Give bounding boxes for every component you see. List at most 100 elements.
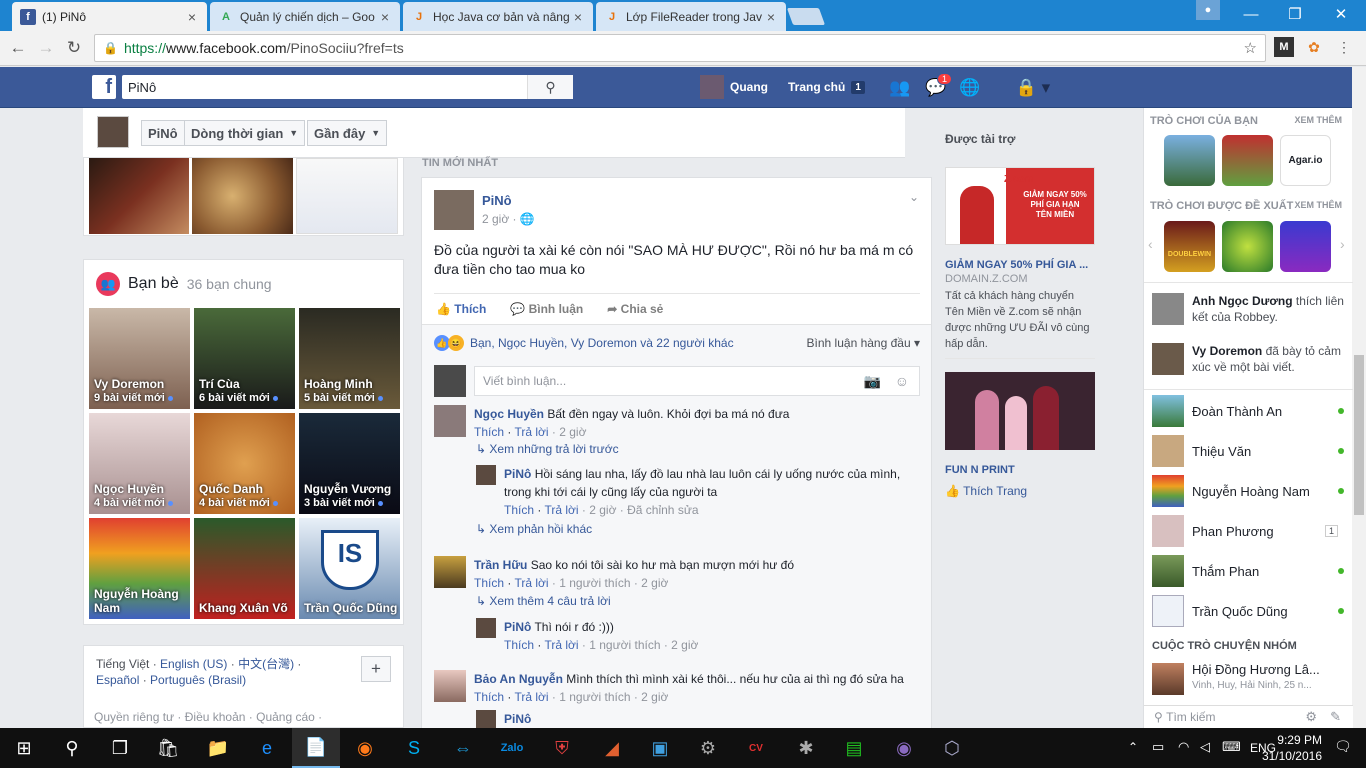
game-moto-icon[interactable] [1164,135,1215,186]
group-chat-item[interactable]: Hội Đồng Hương Lâ... Vinh, Huy, Hải Ninh,… [1152,663,1344,695]
friend-requests-icon[interactable]: 👥 [888,77,912,99]
game-racing-icon[interactable] [1222,135,1273,186]
steam-icon[interactable]: ⚙ [684,728,732,768]
friend-tile[interactable]: Nguyễn Hoàng Nam [89,518,190,619]
comment-author[interactable]: PiNô [504,620,531,634]
chat-search-input[interactable]: ⚲ Tìm kiếm ⚙ ✎ [1144,705,1353,728]
friend-tile[interactable]: Quốc Danh 4 bài viết mới [194,413,295,514]
minimize-icon[interactable]: — [1228,0,1274,28]
search-icon[interactable]: ⚲ [48,728,96,768]
tools-icon[interactable]: ✱ [782,728,830,768]
contact-item[interactable]: Thiệu Văn [1152,433,1344,469]
like-page-button[interactable]: 👍 Thích Trang [945,484,1027,498]
compose-icon[interactable]: ✎ [1330,709,1341,725]
file-explorer-icon[interactable]: 📁 [194,728,242,768]
store-icon[interactable]: 🛍 [144,728,192,768]
restore-icon[interactable]: ❐ [1272,0,1318,28]
ad-image[interactable]: Z.com GIẢM NGAY 50% PHÍ GIA HẠN TÊN MIỀN [945,167,1095,245]
gmail-extension-icon[interactable]: M [1274,37,1294,57]
see-more-link[interactable]: XEM THÊM [1294,200,1342,212]
shield-icon[interactable]: ⛨ [538,728,586,768]
language-link[interactable]: 中文(台灣) [238,657,294,671]
address-bar[interactable]: 🔒 https://www.facebook.com/PinoSociiu?fr… [94,34,1266,62]
language-link[interactable]: Português (Brasil) [150,673,246,687]
firefox-icon[interactable]: ◉ [341,728,389,768]
post-time[interactable]: 2 giờ · 🌐 [482,212,535,226]
search-icon[interactable]: ⚲ [527,75,573,99]
timeline-dropdown[interactable]: Dòng thời gian ▼ [184,120,306,146]
language-link[interactable]: English (US) [160,657,227,671]
codevision-avr-icon[interactable]: CV [732,728,780,768]
friend-tile[interactable]: Ngọc Huyền 4 bài viết mới [89,413,190,514]
comment-like-link[interactable]: Thích [504,638,534,652]
extension-icon[interactable]: ✿ [1304,37,1324,57]
contact-item[interactable]: Thắm Phan [1152,553,1344,589]
close-tab-icon[interactable]: × [378,9,392,25]
language-link[interactable]: Español [96,673,139,687]
bookmark-star-icon[interactable]: ☆ [1244,39,1257,57]
settings-menu-icon[interactable]: 🔒 ▾ [1010,77,1056,99]
search-input[interactable]: PiNô ⚲ [122,75,573,99]
view-more-replies[interactable]: ↳ Xem thêm 4 câu trả lời [476,594,611,608]
profile-link[interactable]: Quang [700,74,768,100]
keyboard-icon[interactable]: ⌨ [1222,739,1241,755]
comment-input[interactable]: Viết bình luận... 📷 ☺ [474,366,920,396]
footer-links[interactable]: Quyền riêng tư · Điều khoản · Quảng cáo … [94,710,322,724]
photo-thumbnail[interactable] [192,158,293,234]
comment-like-link[interactable]: Thích [474,425,504,439]
friend-tile[interactable]: Nguyễn Vương 3 bài viết mới [299,413,400,514]
friends-header[interactable]: 👥 Bạn bè 36 bạn chung [96,272,272,296]
home-link[interactable]: Trang chủ 1 [788,74,865,100]
post-options-chevron-icon[interactable]: ⌄ [909,190,919,204]
comment-author[interactable]: PiNô [504,712,531,726]
wifi-icon[interactable]: ◠ [1178,739,1189,755]
contact-item[interactable]: Phan Phương 1 [1152,513,1344,549]
app-cube-icon[interactable]: ⬡ [928,728,976,768]
tab-filereader[interactable]: J Lớp FileReader trong Jav × [596,2,786,31]
recent-dropdown[interactable]: Gần đây ▼ [307,120,388,146]
comment-reply-link[interactable]: Trả lời [514,425,548,439]
windows-start-icon[interactable]: ⊞ [0,728,48,768]
ad-page-name[interactable]: FUN N PRINT [945,464,1015,476]
comment-reply-link[interactable]: Trả lời [514,576,548,590]
comment-like-link[interactable]: Thích [474,576,504,590]
avatar[interactable] [476,465,496,485]
camera-icon[interactable]: 📷 [864,373,881,390]
view-more-replies[interactable]: ↳ Xem phản hồi khác [476,522,592,536]
avatar[interactable] [434,405,466,437]
comment-like-link[interactable]: Thích [504,503,534,517]
ccleaner-icon[interactable]: ◢ [588,728,636,768]
emoji-icon[interactable]: ☺ [895,373,909,389]
photo-thumbnail[interactable] [295,158,398,234]
zalo-icon[interactable]: Zalo [488,728,536,768]
profile-icon[interactable]: ● [1196,0,1220,20]
photo-thumbnail[interactable] [89,158,190,234]
comment-author[interactable]: Trần Hữu [474,558,527,572]
eclipse-icon[interactable]: ◉ [880,728,928,768]
comment-author[interactable]: Ngọc Huyền [474,407,544,421]
facebook-logo-icon[interactable]: f [92,75,116,99]
friend-tile[interactable]: Vy Doremon 9 bài viết mới [89,308,190,409]
tab-adwords[interactable]: A Quản lý chiến dịch – Goo × [210,2,400,31]
battery-icon[interactable]: ▭ [1152,739,1164,755]
ad-title[interactable]: GIẢM NGAY 50% PHÍ GIA ... [945,259,1095,272]
chevron-left-icon[interactable]: ‹ [1148,236,1153,252]
activity-item[interactable]: Vy Doremon đã bày tỏ cảm xúc về một bài … [1152,343,1344,375]
document-icon[interactable]: 📄 [292,728,340,768]
avatar[interactable] [476,618,496,638]
close-tab-icon[interactable]: × [185,9,199,25]
friend-tile[interactable]: Hoàng Minh 5 bài viết mới [299,308,400,409]
contact-item[interactable]: Đoàn Thành An [1152,393,1344,429]
close-tab-icon[interactable]: × [764,9,778,25]
skype-icon[interactable]: S [390,728,438,768]
terminal-icon[interactable]: ▤ [830,728,878,768]
notifications-globe-icon[interactable]: 🌐 [958,77,982,99]
menu-icon[interactable]: ⋮ [1334,37,1354,57]
avatar[interactable] [434,190,474,230]
messages-icon[interactable]: 💬 1 [924,73,952,99]
comment-author[interactable]: PiNô [504,467,531,481]
game-slither-icon[interactable] [1280,221,1331,272]
close-tab-icon[interactable]: × [571,9,585,25]
task-view-icon[interactable]: ❐ [96,728,144,768]
comment-reply-link[interactable]: Trả lời [544,503,578,517]
